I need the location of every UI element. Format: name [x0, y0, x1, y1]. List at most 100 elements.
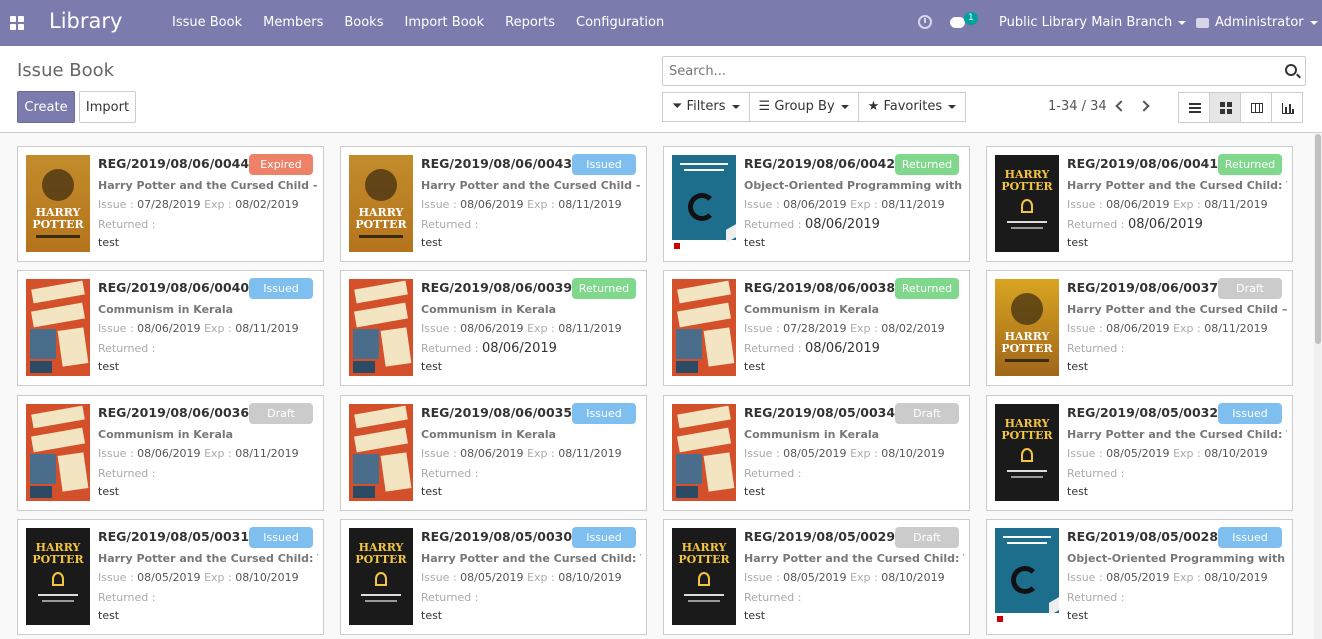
kanban-card[interactable]: REG/2019/08/05/0028 Issued Object-Oriented… — [986, 519, 1293, 635]
exp-date: 08/10/2019 — [1204, 571, 1268, 584]
main-menu: Issue Book Members Books Import Book Rep… — [172, 15, 685, 30]
kanban-card[interactable]: HARRY POTTER REG/2019/08/05/0031 Issued Harr… — [17, 519, 324, 635]
returned-label: Returned : — [744, 467, 802, 480]
app-brand[interactable]: Library — [49, 9, 122, 33]
exp-label: Exp : — [204, 571, 232, 584]
pager-next-icon[interactable] — [1138, 100, 1150, 112]
control-panel: Issue Book Create Import ⏷ Filters ☰ Gro… — [0, 46, 1322, 133]
book-title: Communism in Kerala — [421, 428, 557, 441]
card-dates: Issue : 08/05/2019 Exp : 08/10/2019 — [1067, 447, 1268, 460]
kanban-card[interactable]: HARRY POTTER REG/2019/08/06/0041 Returned Ha… — [986, 146, 1293, 262]
returned-label: Returned : — [744, 591, 802, 604]
pager-previous-icon[interactable] — [1115, 100, 1127, 112]
kanban-card[interactable]: HARRY POTTER REG/2019/08/05/0029 Draft Harry… — [663, 519, 970, 635]
card-note: test — [744, 609, 766, 622]
book-title: Harry Potter and the Cursed Child: The — [744, 552, 964, 565]
exp-label: Exp : — [850, 571, 878, 584]
book-title: Communism in Kerala — [98, 428, 234, 441]
import-button[interactable]: Import — [79, 91, 136, 123]
exp-date: 08/10/2019 — [1204, 447, 1268, 460]
card-note: test — [1067, 360, 1089, 373]
card-dates: Issue : 08/05/2019 Exp : 08/10/2019 — [744, 447, 945, 460]
issue-label: Issue : — [421, 198, 457, 211]
issue-date: 08/06/2019 — [137, 322, 201, 335]
menu-item-import-book[interactable]: Import Book — [405, 15, 485, 30]
card-reference: REG/2019/08/05/0034 — [744, 405, 896, 420]
kanban-view-button[interactable] — [1209, 92, 1241, 123]
issue-label: Issue : — [421, 571, 457, 584]
kanban-card[interactable]: REG/2019/08/06/0035 Issued Communism in Ke… — [340, 395, 647, 511]
kanban-card[interactable]: HARRY POTTER REG/2019/08/06/0044 Expired Har… — [17, 146, 324, 262]
user-menu[interactable]: Administrator — [1196, 15, 1318, 30]
kanban-card[interactable]: HARRY POTTER REG/2019/08/06/0043 Issued Harr… — [340, 146, 647, 262]
returned-label: Returned : — [744, 342, 802, 355]
issue-label: Issue : — [1067, 571, 1103, 584]
card-returned: Returned : — [421, 217, 478, 232]
returned-label: Returned : — [421, 591, 479, 604]
card-returned: Returned : — [1067, 341, 1124, 356]
book-cover-image: HARRY POTTER — [349, 528, 413, 625]
exp-date: 08/11/2019 — [558, 198, 622, 211]
favorites-label: Favorites — [883, 99, 943, 114]
kanban-card[interactable]: REG/2019/08/06/0038 Returned Communism in … — [663, 270, 970, 386]
card-note: test — [98, 485, 120, 498]
activity-clock-icon[interactable] — [918, 15, 932, 29]
menu-item-reports[interactable]: Reports — [505, 15, 555, 30]
returned-label: Returned : — [1067, 591, 1125, 604]
book-title: Communism in Kerala — [98, 303, 234, 316]
kanban-card[interactable]: REG/2019/08/06/0042 Returned Object-Orient… — [663, 146, 970, 262]
card-returned: Returned : — [744, 466, 801, 481]
user-avatar-icon — [1196, 17, 1209, 28]
menu-item-books[interactable]: Books — [344, 15, 383, 30]
star-icon: ★ — [867, 99, 884, 114]
kanban-card[interactable]: REG/2019/08/06/0039 Returned Communism in … — [340, 270, 647, 386]
group-by-button[interactable]: ☰ Group By — [748, 92, 859, 122]
branch-switcher[interactable]: Public Library Main Branch — [999, 15, 1187, 30]
search-icon[interactable] — [1285, 64, 1297, 76]
pager-value[interactable]: 1-34 / 34 — [1048, 99, 1107, 114]
scrollbar[interactable] — [1314, 134, 1322, 639]
kanban-card[interactable]: HARRY POTTER REG/2019/08/06/0037 Draft Harry… — [986, 270, 1293, 386]
card-note: test — [744, 360, 766, 373]
pivot-view-button[interactable] — [1240, 92, 1272, 123]
exp-date: 08/10/2019 — [881, 447, 945, 460]
user-name: Administrator — [1215, 15, 1304, 30]
book-cover-image: HARRY POTTER — [995, 279, 1059, 376]
top-navbar: Library Issue Book Members Books Import … — [0, 0, 1322, 46]
menu-item-members[interactable]: Members — [263, 15, 323, 30]
book-title: Harry Potter and the Cursed Child: The — [98, 552, 318, 565]
exp-date: 08/11/2019 — [1204, 322, 1268, 335]
book-title: Communism in Kerala — [744, 428, 880, 441]
kanban-card[interactable]: REG/2019/08/05/0034 Draft Communism in Ker… — [663, 395, 970, 511]
exp-label: Exp : — [527, 447, 555, 460]
card-note: test — [98, 360, 120, 373]
card-returned: Returned : — [1067, 590, 1124, 605]
favorites-button[interactable]: ★ Favorites — [857, 92, 967, 122]
apps-menu-icon[interactable] — [10, 16, 24, 30]
search-input[interactable] — [663, 57, 1263, 85]
exp-label: Exp : — [527, 571, 555, 584]
card-returned: Returned : — [98, 341, 155, 356]
kanban-card[interactable]: REG/2019/08/06/0040 Issued Communism in Ke… — [17, 270, 324, 386]
book-title: Harry Potter and the Cursed Child - Part… — [98, 179, 318, 192]
graph-view-button[interactable] — [1271, 92, 1303, 123]
kanban-card[interactable]: HARRY POTTER REG/2019/08/05/0030 Issued Harr… — [340, 519, 647, 635]
list-view-button[interactable] — [1178, 92, 1210, 123]
card-dates: Issue : 08/06/2019 Exp : 08/11/2019 — [98, 447, 299, 460]
kanban-card[interactable]: HARRY POTTER REG/2019/08/05/0032 Issued Harr… — [986, 395, 1293, 511]
create-button[interactable]: Create — [17, 91, 75, 123]
exp-label: Exp : — [850, 198, 878, 211]
card-dates: Issue : 08/06/2019 Exp : 08/11/2019 — [1067, 198, 1268, 211]
kanban-card[interactable]: REG/2019/08/06/0036 Draft Communism in Ker… — [17, 395, 324, 511]
messaging-chat-icon[interactable] — [950, 17, 965, 28]
card-returned: Returned : 08/06/2019 — [421, 341, 557, 356]
issue-date: 08/06/2019 — [460, 198, 524, 211]
filters-button[interactable]: ⏷ Filters — [662, 92, 750, 122]
status-badge: Issued — [249, 278, 313, 299]
menu-item-configuration[interactable]: Configuration — [576, 15, 664, 30]
book-title: Object-Oriented Programming with C++, 7e — [744, 179, 964, 192]
scrollbar-thumb[interactable] — [1315, 134, 1321, 344]
book-cover-image: HARRY POTTER — [672, 528, 736, 625]
menu-item-issue-book[interactable]: Issue Book — [172, 15, 242, 30]
card-returned: Returned : 08/06/2019 — [1067, 217, 1203, 232]
